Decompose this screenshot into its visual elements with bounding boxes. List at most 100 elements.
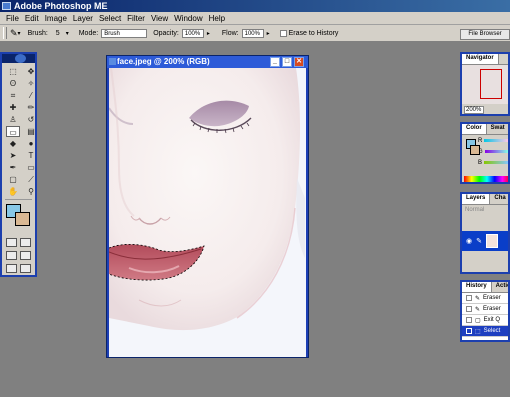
clone-stamp-tool-icon[interactable]: ♙ xyxy=(6,114,20,125)
history-panel: History Actio ✎ Eraser ✎ Eraser ▢ Exit Q… xyxy=(460,280,510,342)
color-panel: Color Swat R G B xyxy=(460,122,510,184)
brush-tool-icon[interactable]: ✏ xyxy=(24,102,38,113)
tab-actions[interactable]: Actio xyxy=(492,282,508,292)
menu-image[interactable]: Image xyxy=(42,14,70,23)
eraser-tool-icon[interactable]: ✎ xyxy=(10,28,18,39)
dodge-tool-icon[interactable]: ● xyxy=(24,138,38,149)
history-source-checkbox[interactable] xyxy=(466,328,472,334)
tab-navigator[interactable]: Navigator xyxy=(462,54,499,64)
history-item[interactable]: ✎ Eraser xyxy=(462,293,508,304)
navigator-zoom-field[interactable]: 200% xyxy=(464,106,484,114)
blue-label: B xyxy=(478,159,483,166)
history-item[interactable]: ✎ Eraser xyxy=(462,304,508,315)
eye-icon[interactable]: ◉ xyxy=(466,237,472,245)
options-grip[interactable] xyxy=(3,27,7,39)
type-tool-icon[interactable]: T xyxy=(24,150,38,161)
tab-layers[interactable]: Layers xyxy=(462,194,491,204)
history-source-checkbox[interactable] xyxy=(466,306,472,312)
tool-grid: ⬚ ✥ ʘ ✧ ⌗ ⁄ ✚ ✏ ♙ ↺ ▭ ▤ ◆ ● ➤ T ✒ ▭ ▢ ⟋ … xyxy=(2,63,35,197)
color-bg-chip[interactable] xyxy=(470,145,480,155)
file-browser-tab[interactable]: File Browser xyxy=(460,29,510,40)
toolbox-header[interactable] xyxy=(2,54,35,63)
pen-tool-icon[interactable]: ✒ xyxy=(6,162,20,173)
screen-mode-standard-icon[interactable] xyxy=(6,251,17,260)
history-item[interactable]: ▢ Exit Q xyxy=(462,315,508,326)
crop-tool-icon[interactable]: ⌗ xyxy=(6,90,20,101)
tab-color[interactable]: Color xyxy=(462,124,487,134)
blend-mode-select[interactable]: Normal xyxy=(462,205,508,215)
maximize-button[interactable]: □ xyxy=(282,57,292,67)
eyedropper-tool-icon[interactable]: ⟋ xyxy=(24,174,38,185)
toolbox-divider xyxy=(5,199,32,200)
tab-history[interactable]: History xyxy=(462,282,492,292)
erase-to-history-checkbox[interactable] xyxy=(279,29,287,37)
jump-to-imageready-icon[interactable] xyxy=(20,264,31,273)
menu-select[interactable]: Select xyxy=(96,14,124,23)
mode-select[interactable]: Brush xyxy=(101,28,148,38)
full-screen-mode-icon[interactable] xyxy=(6,264,17,273)
brush-size[interactable]: 5 xyxy=(56,30,60,37)
history-brush-tool-icon[interactable]: ↺ xyxy=(24,114,38,125)
move-tool-icon[interactable]: ✥ xyxy=(24,66,38,77)
red-bar[interactable] xyxy=(484,139,508,142)
history-list: ✎ Eraser ✎ Eraser ▢ Exit Q ⬚ Select xyxy=(462,292,508,340)
marquee-tool-icon[interactable]: ⬚ xyxy=(6,66,20,77)
close-button[interactable]: ✕ xyxy=(294,57,304,67)
menu-help[interactable]: Help xyxy=(206,14,228,23)
flow-arrow-icon[interactable]: ▸ xyxy=(267,30,270,37)
standard-mode-icon[interactable] xyxy=(6,238,17,247)
hand-tool-icon[interactable]: ✋ xyxy=(6,186,20,197)
eraser-icon: ✎ xyxy=(475,306,481,313)
opacity-field[interactable]: 100% xyxy=(181,28,204,38)
menu-view[interactable]: View xyxy=(148,14,171,23)
blur-tool-icon[interactable]: ◆ xyxy=(6,138,20,149)
layer-thumbnail xyxy=(485,234,498,248)
opacity-arrow-icon[interactable]: ▸ xyxy=(207,30,210,37)
zoom-tool-icon[interactable]: ⚲ xyxy=(24,186,38,197)
minimize-button[interactable]: _ xyxy=(270,57,280,67)
history-item-selected[interactable]: ⬚ Select xyxy=(462,326,508,337)
history-source-checkbox[interactable] xyxy=(466,317,472,323)
shape-tool-icon[interactable]: ▭ xyxy=(24,162,38,173)
green-bar[interactable] xyxy=(484,150,508,153)
menu-edit[interactable]: Edit xyxy=(22,14,42,23)
flow-field[interactable]: 100% xyxy=(241,28,264,38)
history-source-checkbox[interactable] xyxy=(466,295,472,301)
slice-tool-icon[interactable]: ⁄ xyxy=(24,90,38,101)
tab-swatches[interactable]: Swat xyxy=(487,124,508,134)
layers-panel: Layers Cha Normal ◉ ✎ xyxy=(460,192,510,274)
menu-filter[interactable]: Filter xyxy=(124,14,148,23)
background-color-swatch[interactable] xyxy=(15,212,30,226)
screen-mode-row xyxy=(2,249,35,262)
toolbox-logo-icon[interactable] xyxy=(15,54,26,63)
menu-layer[interactable]: Layer xyxy=(70,14,96,23)
tab-channels[interactable]: Cha xyxy=(490,194,508,204)
canvas[interactable] xyxy=(109,68,306,357)
quickmask-mode-icon[interactable] xyxy=(20,238,31,247)
menu-window[interactable]: Window xyxy=(171,14,205,23)
navigator-view-box[interactable] xyxy=(480,69,502,99)
tool-preset-arrow-icon[interactable]: ▾ xyxy=(18,30,21,37)
red-label: R xyxy=(478,137,483,144)
lasso-tool-icon[interactable]: ʘ xyxy=(6,78,20,89)
mode-label: Mode: xyxy=(78,29,99,37)
blue-slider[interactable]: B xyxy=(462,157,508,168)
face-artwork xyxy=(109,68,306,357)
gradient-tool-icon[interactable]: ▤ xyxy=(24,126,38,137)
layer-row-background[interactable]: ◉ ✎ xyxy=(462,231,508,251)
magic-wand-tool-icon[interactable]: ✧ xyxy=(24,78,38,89)
document-icon xyxy=(109,58,116,65)
eraser-tool-icon[interactable]: ▭ xyxy=(6,126,20,137)
brush-icon: ✎ xyxy=(476,238,482,245)
healing-brush-tool-icon[interactable]: ✚ xyxy=(6,102,20,113)
blue-bar[interactable] xyxy=(484,161,508,164)
brush-picker-arrow-icon[interactable]: ▾ xyxy=(66,30,69,37)
color-spectrum-bar[interactable] xyxy=(464,176,508,182)
path-selection-tool-icon[interactable]: ➤ xyxy=(6,150,20,161)
navigator-preview[interactable] xyxy=(462,64,508,104)
document-titlebar[interactable]: face.jpeg @ 200% (RGB) _ □ ✕ xyxy=(107,56,308,68)
notes-tool-icon[interactable]: ▢ xyxy=(6,174,20,185)
screen-mode-full-icon[interactable] xyxy=(20,251,31,260)
history-item-label: Eraser xyxy=(483,306,501,312)
menu-file[interactable]: File xyxy=(3,14,22,23)
